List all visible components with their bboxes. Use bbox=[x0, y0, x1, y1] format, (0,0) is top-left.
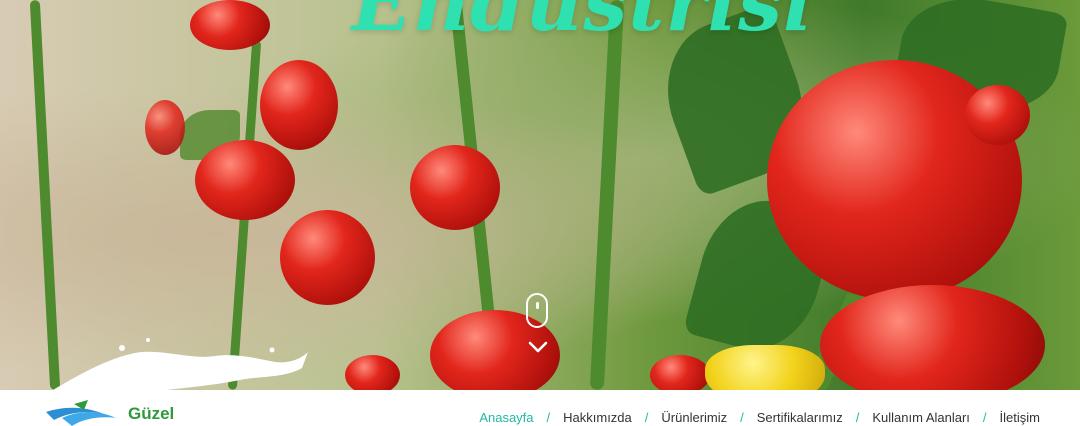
nav-item-sertifikalarimiz[interactable]: Sertifikalarımız bbox=[757, 410, 843, 425]
nav-item-hakkimizda[interactable]: Hakkımızda bbox=[563, 410, 632, 425]
nav-item-kullanim-alanlari[interactable]: Kullanım Alanları bbox=[872, 410, 970, 425]
tomato bbox=[260, 60, 338, 150]
nav-item-anasayfa[interactable]: Anasayfa bbox=[479, 410, 533, 425]
tomato bbox=[190, 0, 270, 50]
milk-splash-decoration bbox=[53, 338, 308, 390]
chevron-down-icon[interactable] bbox=[527, 336, 549, 358]
tomato bbox=[820, 285, 1045, 390]
hero-banner: Endüstrisi bbox=[0, 0, 1080, 390]
nav-separator: / bbox=[982, 410, 987, 425]
tomato bbox=[345, 355, 400, 390]
nav-separator: / bbox=[855, 410, 860, 425]
nav-separator: / bbox=[740, 410, 744, 425]
nav-separator: / bbox=[546, 410, 551, 425]
hero-title: Endüstrisi bbox=[352, 0, 814, 49]
tomato bbox=[965, 85, 1030, 145]
logo-name[interactable]: Güzel bbox=[128, 404, 174, 424]
tomato bbox=[410, 145, 500, 230]
yellow-pepper bbox=[705, 345, 825, 390]
primary-nav: Anasayfa / Hakkımızda / Ürünlerimiz / Se… bbox=[479, 410, 1040, 425]
tomato bbox=[145, 100, 185, 155]
nav-item-iletisim[interactable]: İletişim bbox=[1000, 410, 1040, 425]
scroll-mouse-icon[interactable] bbox=[526, 293, 548, 328]
logo-icon[interactable] bbox=[44, 398, 130, 426]
nav-separator: / bbox=[644, 410, 649, 425]
tomato bbox=[650, 355, 710, 390]
tomato bbox=[195, 140, 295, 220]
plant-stem bbox=[589, 0, 625, 390]
tomato bbox=[280, 210, 375, 305]
nav-item-urunlerimiz[interactable]: Ürünlerimiz bbox=[661, 410, 727, 425]
